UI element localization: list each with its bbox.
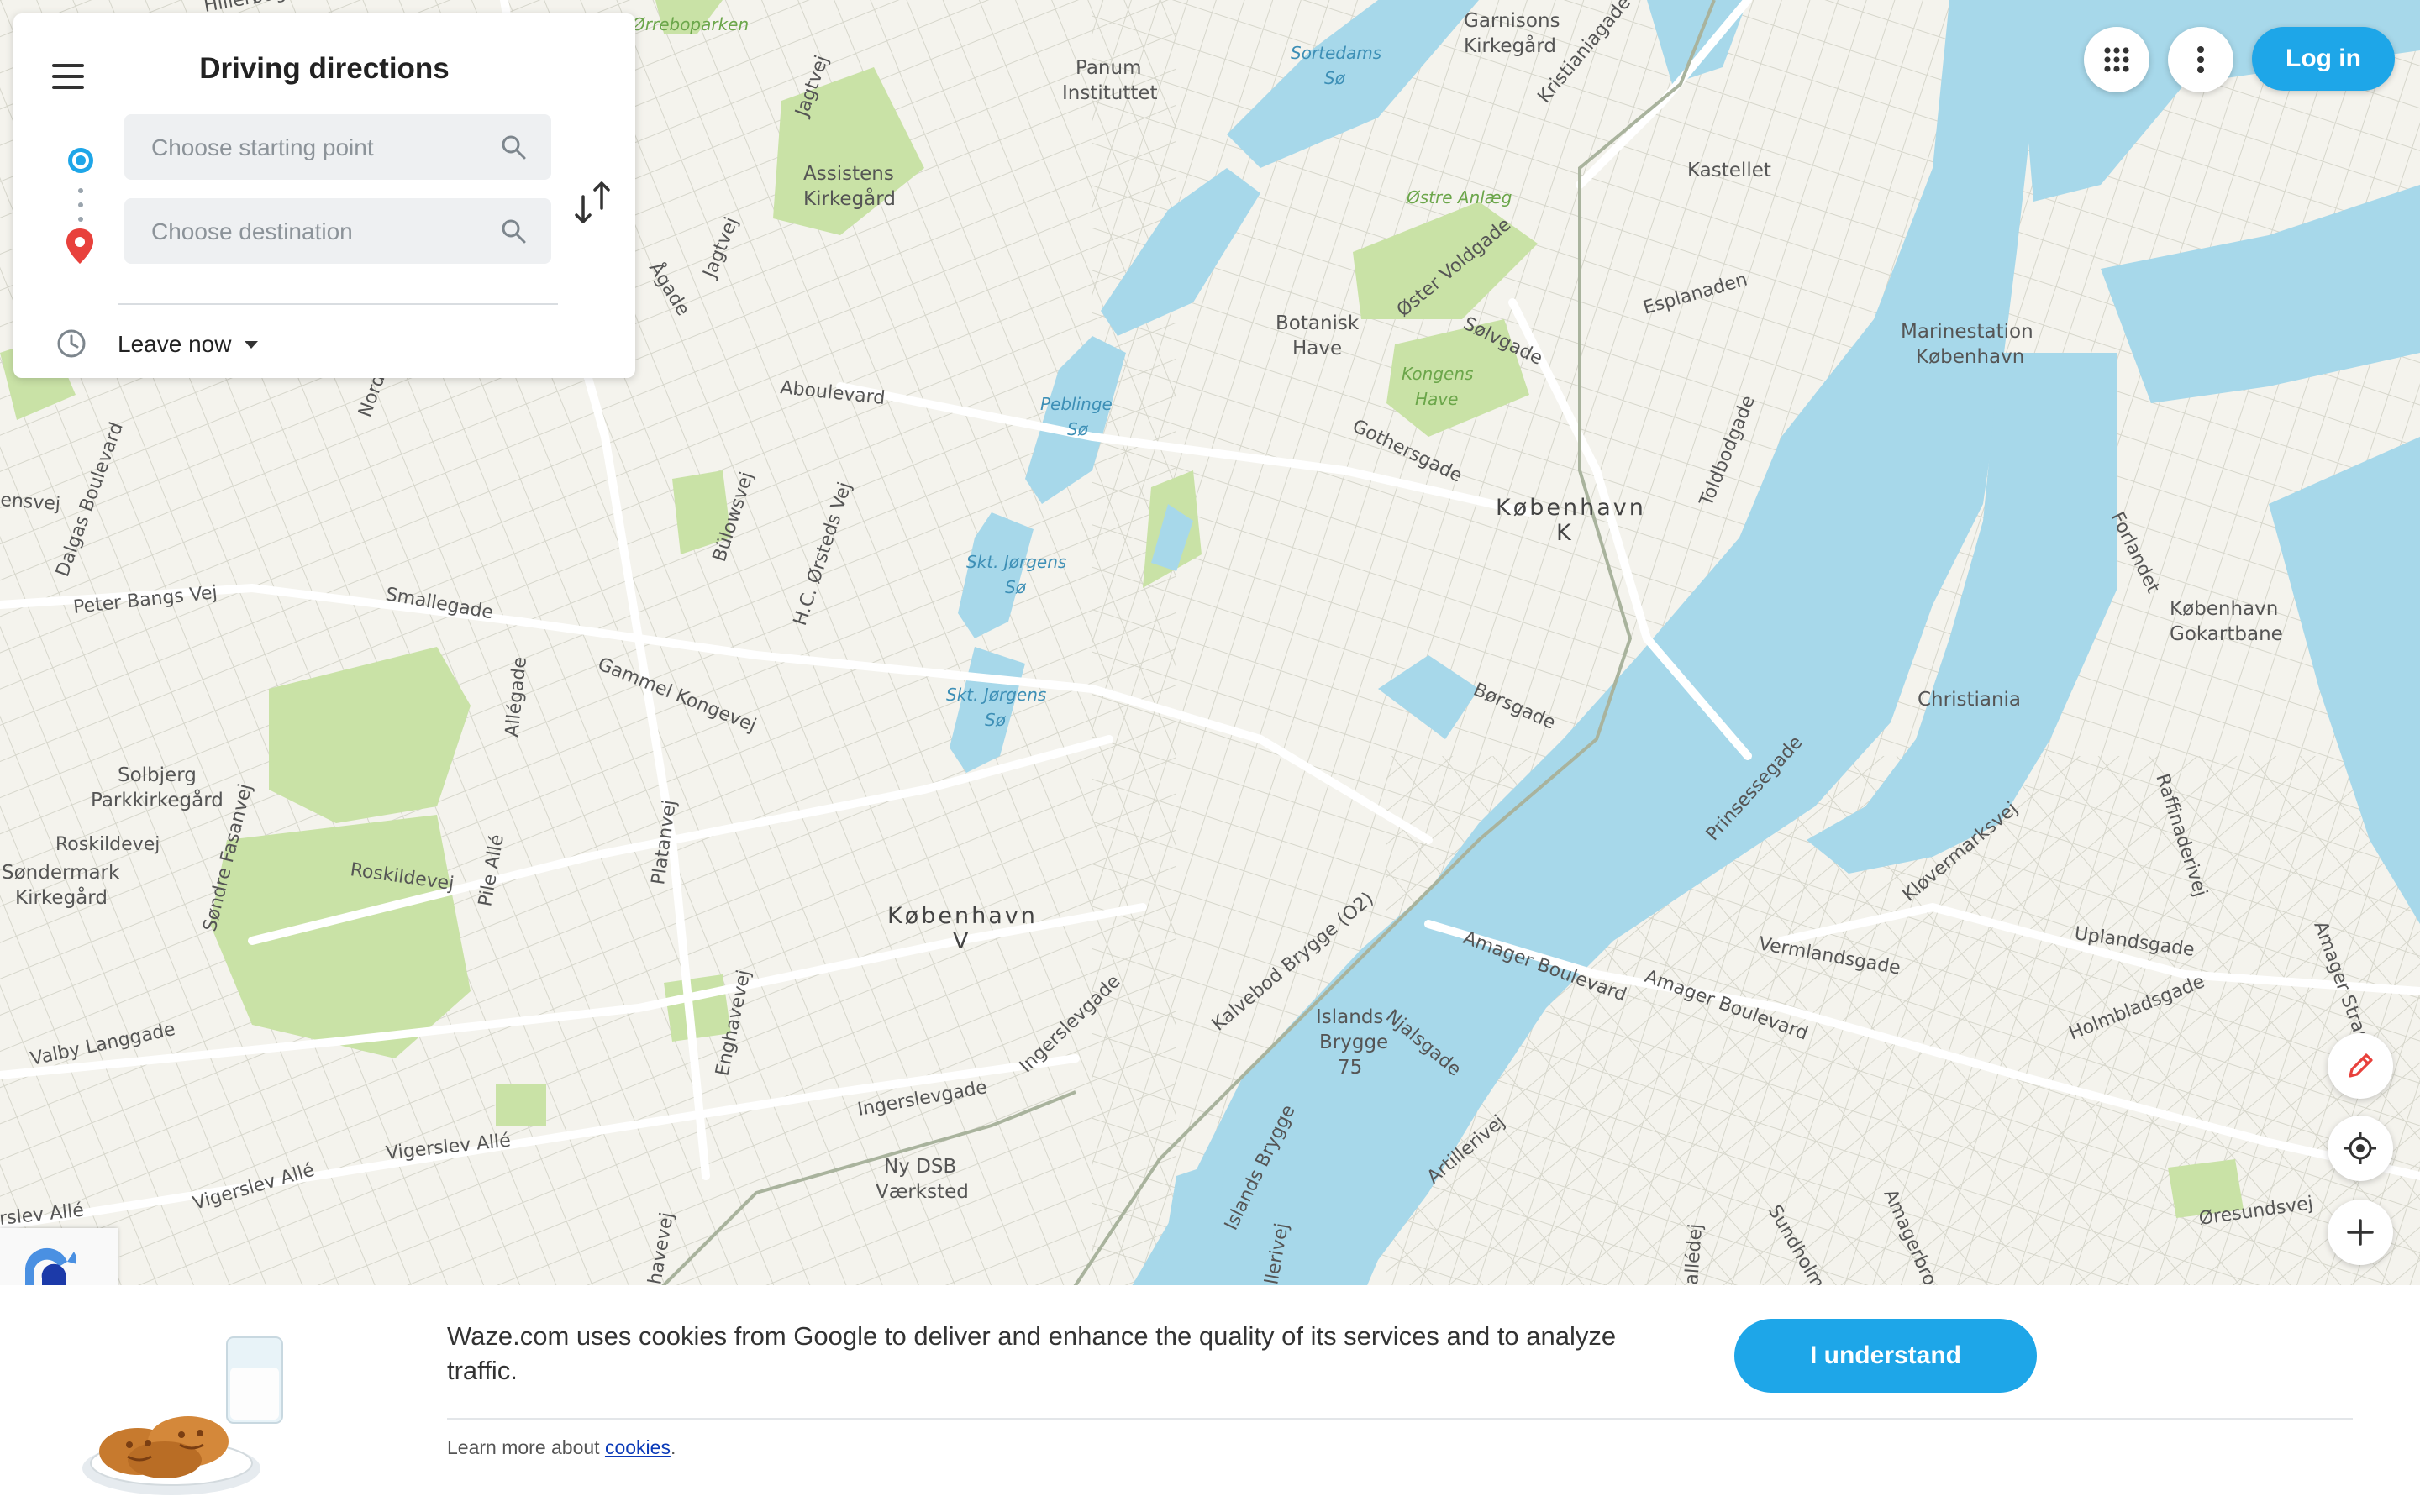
leave-now-label: Leave now xyxy=(118,331,232,357)
learn-more-prefix: Learn more about xyxy=(447,1436,605,1458)
svg-text:Søndermark: Søndermark xyxy=(2,862,120,884)
start-pin-icon xyxy=(68,148,93,173)
svg-text:Sø: Sø xyxy=(1067,419,1089,439)
zoom-in-icon xyxy=(2347,1219,2374,1246)
svg-text:Kastellet: Kastellet xyxy=(1687,160,1771,181)
svg-text:Assistens: Assistens xyxy=(803,163,894,185)
zoom-in-button[interactable] xyxy=(2328,1200,2393,1265)
svg-text:København: København xyxy=(2170,598,2278,620)
accept-cookies-button[interactable]: I understand xyxy=(1734,1319,2037,1393)
search-icon[interactable] xyxy=(499,133,528,161)
start-input[interactable] xyxy=(150,114,489,181)
svg-text:Christiania: Christiania xyxy=(1918,689,2021,711)
route-dots xyxy=(78,188,83,222)
apps-button[interactable] xyxy=(2084,27,2149,92)
svg-text:Botanisk: Botanisk xyxy=(1276,312,1360,334)
svg-text:Sø: Sø xyxy=(1005,577,1027,597)
start-field[interactable] xyxy=(124,114,551,181)
svg-text:Panum: Panum xyxy=(1076,57,1142,79)
cookie-learn-more: Learn more about cookies. xyxy=(447,1436,676,1459)
svg-text:Sø: Sø xyxy=(1324,68,1346,88)
learn-more-suffix: . xyxy=(670,1436,676,1458)
cookie-message: Waze.com uses cookies from Google to del… xyxy=(447,1321,1617,1385)
svg-text:Kirkegård: Kirkegård xyxy=(803,186,896,210)
pencil-icon xyxy=(2349,1053,2373,1078)
cookie-banner: Waze.com uses cookies from Google to del… xyxy=(0,1285,2420,1512)
svg-text:Roskildevej: Roskildevej xyxy=(55,834,160,855)
destination-input[interactable] xyxy=(150,198,489,265)
svg-text:Ny DSB: Ny DSB xyxy=(884,1156,956,1178)
svg-text:ensvej: ensvej xyxy=(0,490,61,515)
svg-text:V: V xyxy=(953,928,971,954)
svg-text:K: K xyxy=(1556,520,1574,546)
svg-text:Kongens: Kongens xyxy=(1402,364,1473,384)
svg-text:København: København xyxy=(1916,346,2024,368)
svg-text:København: København xyxy=(1496,495,1646,521)
svg-text:Solbjerg: Solbjerg xyxy=(118,764,197,786)
caret-down-icon xyxy=(245,340,259,349)
swap-icon[interactable] xyxy=(571,180,615,225)
panel-divider xyxy=(118,303,558,305)
more-vert-icon xyxy=(2197,46,2204,73)
recaptcha-logo xyxy=(25,1247,81,1287)
svg-text:Ørreboparken: Ørreboparken xyxy=(631,14,749,34)
cookie-plate-image xyxy=(82,1336,283,1495)
svg-text:Marinestation: Marinestation xyxy=(1901,321,2033,343)
destination-field[interactable] xyxy=(124,198,551,265)
svg-text:Skt. Jørgens: Skt. Jørgens xyxy=(946,685,1046,705)
svg-text:København: København xyxy=(887,903,1038,929)
report-button[interactable] xyxy=(2328,1033,2393,1099)
cookies-link[interactable]: cookies xyxy=(605,1436,671,1458)
svg-text:Kirkegård: Kirkegård xyxy=(15,885,108,909)
recaptcha-badge[interactable] xyxy=(0,1228,118,1287)
leave-now-dropdown[interactable]: Leave now xyxy=(118,328,259,361)
svg-text:Skt. Jørgens: Skt. Jørgens xyxy=(966,552,1066,572)
locate-button[interactable] xyxy=(2328,1116,2393,1181)
destination-pin-icon xyxy=(66,228,93,264)
svg-text:75: 75 xyxy=(1338,1057,1362,1079)
svg-text:Garnisons: Garnisons xyxy=(1464,10,1560,32)
svg-text:Østre Anlæg: Østre Anlæg xyxy=(1406,187,1512,207)
svg-text:Have: Have xyxy=(1292,338,1342,360)
svg-text:Sortedams: Sortedams xyxy=(1291,43,1381,63)
svg-text:Peblinge: Peblinge xyxy=(1040,394,1113,414)
cookie-divider xyxy=(447,1418,2353,1420)
svg-text:Sø: Sø xyxy=(985,710,1007,730)
directions-panel: Driving directions Leave now xyxy=(13,13,635,378)
locate-icon xyxy=(2344,1132,2376,1164)
panel-title: Driving directions xyxy=(199,52,450,85)
search-icon[interactable] xyxy=(499,217,528,245)
svg-text:allédej: allédej xyxy=(1681,1223,1707,1285)
svg-text:Have: Have xyxy=(1415,389,1458,409)
login-button[interactable]: Log in xyxy=(2252,27,2395,91)
svg-text:Parkkirkegård: Parkkirkegård xyxy=(91,788,224,811)
svg-text:Brygge: Brygge xyxy=(1319,1032,1388,1053)
svg-text:Kirkegård: Kirkegård xyxy=(1464,34,1556,57)
svg-text:Værksted: Værksted xyxy=(876,1181,969,1203)
svg-text:Instituttet: Instituttet xyxy=(1062,82,1158,104)
svg-text:Islands: Islands xyxy=(1316,1006,1383,1028)
more-options-button[interactable] xyxy=(2168,27,2233,92)
svg-text:Gokartbane: Gokartbane xyxy=(2170,623,2283,645)
clock-icon xyxy=(57,329,86,358)
apps-grid-icon xyxy=(2104,47,2129,72)
